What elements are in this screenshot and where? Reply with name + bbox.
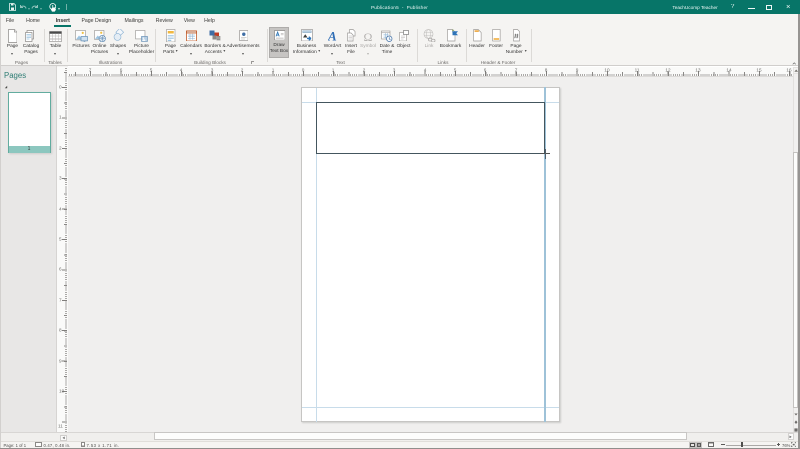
svg-text:A: A	[328, 29, 337, 43]
